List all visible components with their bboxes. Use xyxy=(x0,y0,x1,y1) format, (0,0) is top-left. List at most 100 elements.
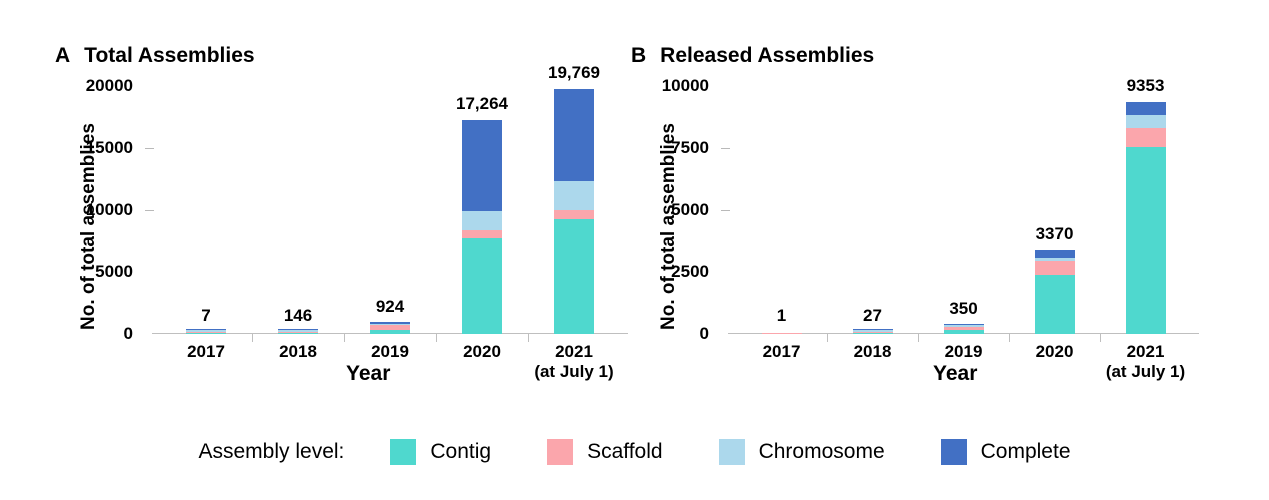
panel-a-stacked-bar[interactable] xyxy=(278,329,318,334)
panel-b-y-tick-label: 7500 xyxy=(671,138,709,157)
panel-b-segment-complete[interactable] xyxy=(1125,102,1166,115)
panel-a-segment-contig[interactable] xyxy=(186,332,226,334)
panel-b-title: B Released Assemblies xyxy=(631,44,874,68)
panel-a-segment-chromosome[interactable] xyxy=(462,211,502,230)
panel-a-total-assemblies: A Total Assemblies No. of total assemblie… xyxy=(0,0,630,410)
panel-b-category-label-2018: 2018 xyxy=(854,342,892,362)
panel-b-x-tick xyxy=(918,334,919,342)
panel-a-y-tick-label: 0 xyxy=(123,324,133,343)
panel-b-y-tick-mark xyxy=(721,272,730,273)
legend-label: Scaffold xyxy=(587,440,663,463)
panel-b-y-tick-0: 0 xyxy=(700,324,736,344)
panel-b-y-tick-5000: 5000 xyxy=(671,200,736,220)
legend-item-scaffold[interactable]: Scaffold xyxy=(547,439,663,465)
panel-b-category-year: 2020 xyxy=(1035,342,1074,361)
panel-a-category-year: 2019 xyxy=(371,342,409,361)
panel-b-title-text: Released Assemblies xyxy=(660,44,875,67)
panel-b-y-tick-label: 2500 xyxy=(671,262,709,281)
legend-swatch-scaffold xyxy=(547,439,574,465)
panel-a-stacked-bar[interactable] xyxy=(554,88,594,334)
legend-swatch-chromosome xyxy=(718,439,745,465)
panel-b-category-label-2019: 2019 xyxy=(945,342,983,362)
panel-b-segment-chromosome[interactable] xyxy=(1125,114,1166,129)
panel-b-y-tick-label: 10000 xyxy=(661,76,709,95)
panel-b-category-label-2020: 2020 xyxy=(1036,342,1074,362)
legend-item-chromosome[interactable]: Chromosome xyxy=(718,439,885,465)
panel-a-category-label-2017: 2017 xyxy=(187,342,225,362)
panel-a-category-label-2021: 2021 (at July 1) xyxy=(534,342,613,381)
panel-a-x-tick xyxy=(528,334,529,342)
panel-a-x-axis-label: Year xyxy=(346,362,391,385)
panel-a-y-tick-0: 0 xyxy=(124,324,160,344)
panel-b-x-tick xyxy=(827,334,828,342)
panel-a-y-tick-10000: 10000 xyxy=(86,200,160,220)
panel-a-segment-contig[interactable] xyxy=(370,329,410,334)
panel-b-x-tick xyxy=(1100,334,1101,342)
panel-a-segment-scaffold[interactable] xyxy=(554,209,594,220)
panel-b-bar-group-2020[interactable]: 3370 2020 xyxy=(1009,86,1100,361)
legend-item-list: Contig Scaffold Chromosome Complete xyxy=(390,439,1071,465)
panel-b-segment-contig[interactable] xyxy=(1125,146,1166,334)
panel-b-bar-group-2017[interactable]: 1 2017 xyxy=(736,86,827,361)
panel-b-stacked-bar[interactable] xyxy=(1034,250,1075,334)
panel-b-bar-group-2021[interactable]: 9353 2021 (at July 1) xyxy=(1100,76,1191,381)
panel-b-y-tick-label: 5000 xyxy=(671,200,709,219)
panel-a-segment-complete[interactable] xyxy=(554,88,594,182)
panel-a-bar-group-2018[interactable]: 146 2018 xyxy=(252,86,344,361)
legend-item-contig[interactable]: Contig xyxy=(390,439,491,465)
panel-a-bar-value-2020: 17,264 xyxy=(456,93,508,113)
panel-a-segment-contig[interactable] xyxy=(278,332,318,334)
panel-b-bar-group-2018[interactable]: 27 2018 xyxy=(827,86,918,361)
panel-b-y-tick-10000: 10000 xyxy=(662,76,736,96)
panel-a-y-tick-label: 10000 xyxy=(85,200,133,219)
panel-a-y-tick-mark xyxy=(145,148,154,150)
panel-a-bar-value-2017: 7 xyxy=(201,306,211,325)
legend-swatch-contig xyxy=(390,439,417,465)
panel-a-y-tick-label: 20000 xyxy=(85,76,133,95)
panel-a-y-tick-15000: 15000 xyxy=(86,138,160,158)
chart-legend: Assembly level: Contig Scaffold Chromosome… xyxy=(0,432,1269,472)
panel-b-category-label-2017: 2017 xyxy=(763,342,801,362)
panel-a-y-tick-label: 15000 xyxy=(85,138,133,157)
panel-b-stacked-bar[interactable] xyxy=(761,332,802,334)
panel-b-y-tick-mark xyxy=(721,210,730,212)
panel-b-stacked-bar[interactable] xyxy=(852,329,893,334)
panel-b-bar-value-2018: 27 xyxy=(863,306,882,325)
panel-a-bar-group-2020[interactable]: 17,264 2020 xyxy=(436,86,528,361)
legend-label: Chromosome xyxy=(758,440,885,463)
panel-b-segment-complete[interactable] xyxy=(1034,250,1075,258)
panel-a-category-year: 2017 xyxy=(187,342,225,361)
panel-a-segment-complete[interactable] xyxy=(462,119,502,212)
panel-a-segment-contig[interactable] xyxy=(554,219,594,334)
panel-b-segment-contig[interactable] xyxy=(1034,275,1075,334)
panel-a-bar-group-2017[interactable]: 7 2017 xyxy=(160,86,252,361)
panel-a-y-tick-label: 5000 xyxy=(95,262,133,281)
panel-a-category-label-2018: 2018 xyxy=(279,342,317,362)
panel-a-segment-contig[interactable] xyxy=(462,238,502,334)
panel-b-segment-scaffold[interactable] xyxy=(1034,261,1075,276)
panel-b-segment-contig[interactable] xyxy=(852,332,893,334)
panel-b-segment-scaffold[interactable] xyxy=(1125,128,1166,147)
panel-b-stacked-bar[interactable] xyxy=(1125,102,1166,334)
panel-b-bar-value-2021: 9353 xyxy=(1126,76,1165,96)
panel-a-y-tick-20000: 20000 xyxy=(86,76,160,96)
panel-a-category-label-2019: 2019 xyxy=(371,342,409,362)
panel-a-stacked-bar[interactable] xyxy=(186,329,226,334)
panel-b-bar-group-2019[interactable]: 350 2019 xyxy=(918,86,1009,361)
panel-b-letter: B xyxy=(631,44,647,67)
panel-b-category-sublabel: (at July 1) xyxy=(1105,361,1186,381)
panel-a-stacked-bar[interactable] xyxy=(462,119,502,334)
panel-a-category-year: 2020 xyxy=(463,342,501,361)
panel-b-segment-contig[interactable] xyxy=(943,329,984,334)
panel-a-x-tick xyxy=(252,334,253,342)
panel-a-bar-group-2021[interactable]: 19,769 2021 (at July 1) xyxy=(528,63,620,381)
panel-a-bar-group-2019[interactable]: 924 2019 xyxy=(344,86,436,361)
panel-a-category-label-2020: 2020 xyxy=(463,342,501,362)
panel-a-segment-scaffold[interactable] xyxy=(462,229,502,238)
panel-b-stacked-bar[interactable] xyxy=(943,324,984,334)
legend-item-complete[interactable]: Complete xyxy=(940,439,1071,465)
panel-a-segment-chromosome[interactable] xyxy=(554,181,594,210)
panel-b-segment-scaffold[interactable] xyxy=(761,332,802,334)
panel-a-stacked-bar[interactable] xyxy=(370,322,410,334)
panel-b-released-assemblies: B Released Assemblies No. of total assemb… xyxy=(618,0,1258,410)
